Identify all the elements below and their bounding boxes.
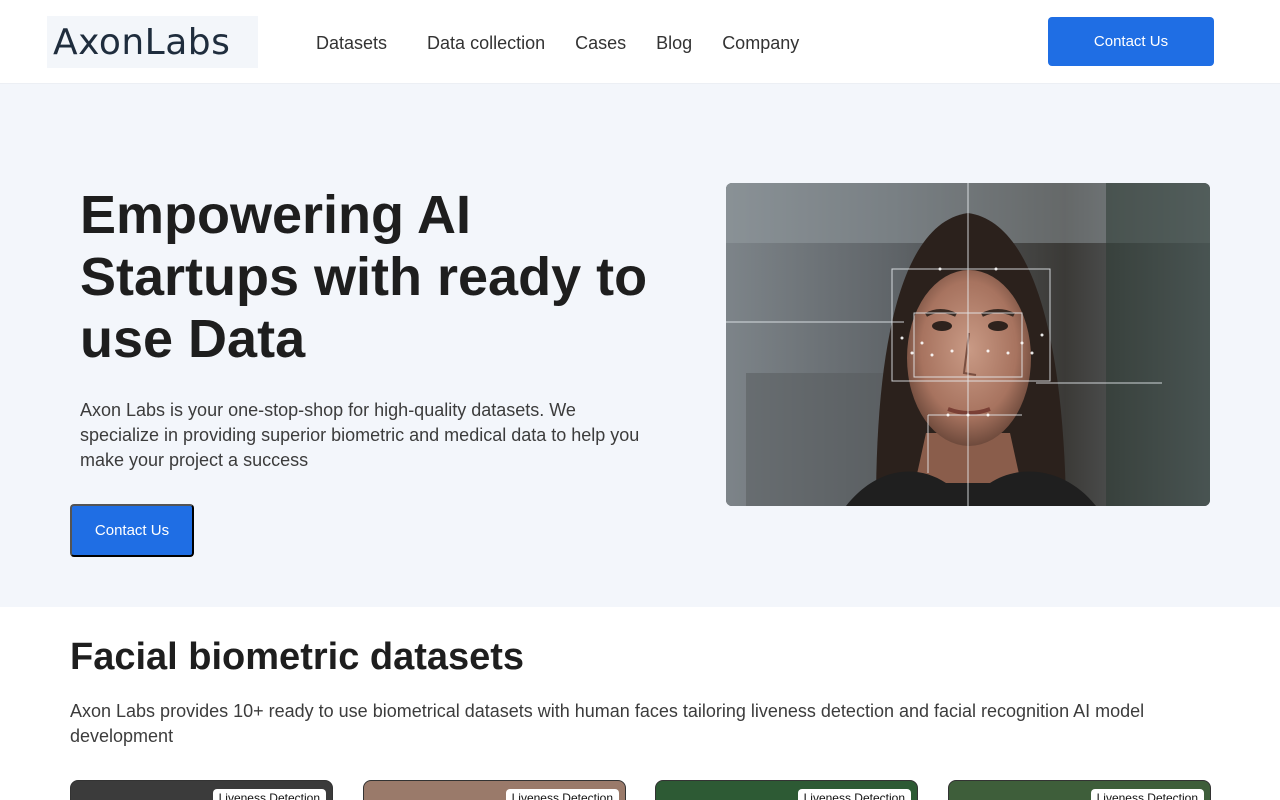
site-header: AxonLabs Datasets Data collection Cases … bbox=[0, 0, 1280, 84]
dataset-card[interactable]: Liveness Detection bbox=[363, 780, 626, 800]
hero-contact-button[interactable]: Contact Us bbox=[70, 504, 194, 557]
hero-face-scan-image bbox=[726, 183, 1210, 506]
hero-section: Empowering AI Startups with ready to use… bbox=[0, 84, 1280, 607]
dataset-card-badge: Liveness Detection bbox=[1090, 789, 1204, 800]
nav-item-company[interactable]: Company bbox=[722, 33, 799, 54]
hero-title: Empowering AI Startups with ready to use… bbox=[80, 185, 648, 369]
dataset-card-badge: Liveness Detection bbox=[797, 789, 911, 800]
face-scan-illustration bbox=[726, 183, 1210, 506]
datasets-section-description: Axon Labs provides 10+ ready to use biom… bbox=[70, 701, 1145, 746]
brand-logo-text: AxonLabs bbox=[53, 21, 231, 63]
nav-item-datasets[interactable]: Datasets bbox=[316, 33, 387, 54]
main-nav: Datasets Data collection Cases Blog Comp… bbox=[316, 33, 799, 54]
dataset-card-badge: Liveness Detection bbox=[505, 789, 619, 800]
brand-logo[interactable]: AxonLabs bbox=[47, 16, 258, 68]
dataset-card-list: Liveness Detection Liveness Detection Li… bbox=[70, 780, 1211, 800]
hero-description: Axon Labs is your one-stop-shop for high… bbox=[80, 400, 640, 470]
datasets-section-title: Facial biometric datasets bbox=[70, 636, 525, 678]
dataset-card[interactable]: Liveness Detection bbox=[948, 780, 1211, 800]
nav-item-cases[interactable]: Cases bbox=[575, 33, 626, 54]
header-contact-button[interactable]: Contact Us bbox=[1048, 17, 1214, 66]
nav-item-blog[interactable]: Blog bbox=[656, 33, 692, 54]
dataset-card[interactable]: Liveness Detection bbox=[655, 780, 918, 800]
dataset-card-badge: Liveness Detection bbox=[212, 789, 326, 800]
nav-item-data-collection[interactable]: Data collection bbox=[427, 33, 545, 54]
dataset-card[interactable]: Liveness Detection bbox=[70, 780, 333, 800]
